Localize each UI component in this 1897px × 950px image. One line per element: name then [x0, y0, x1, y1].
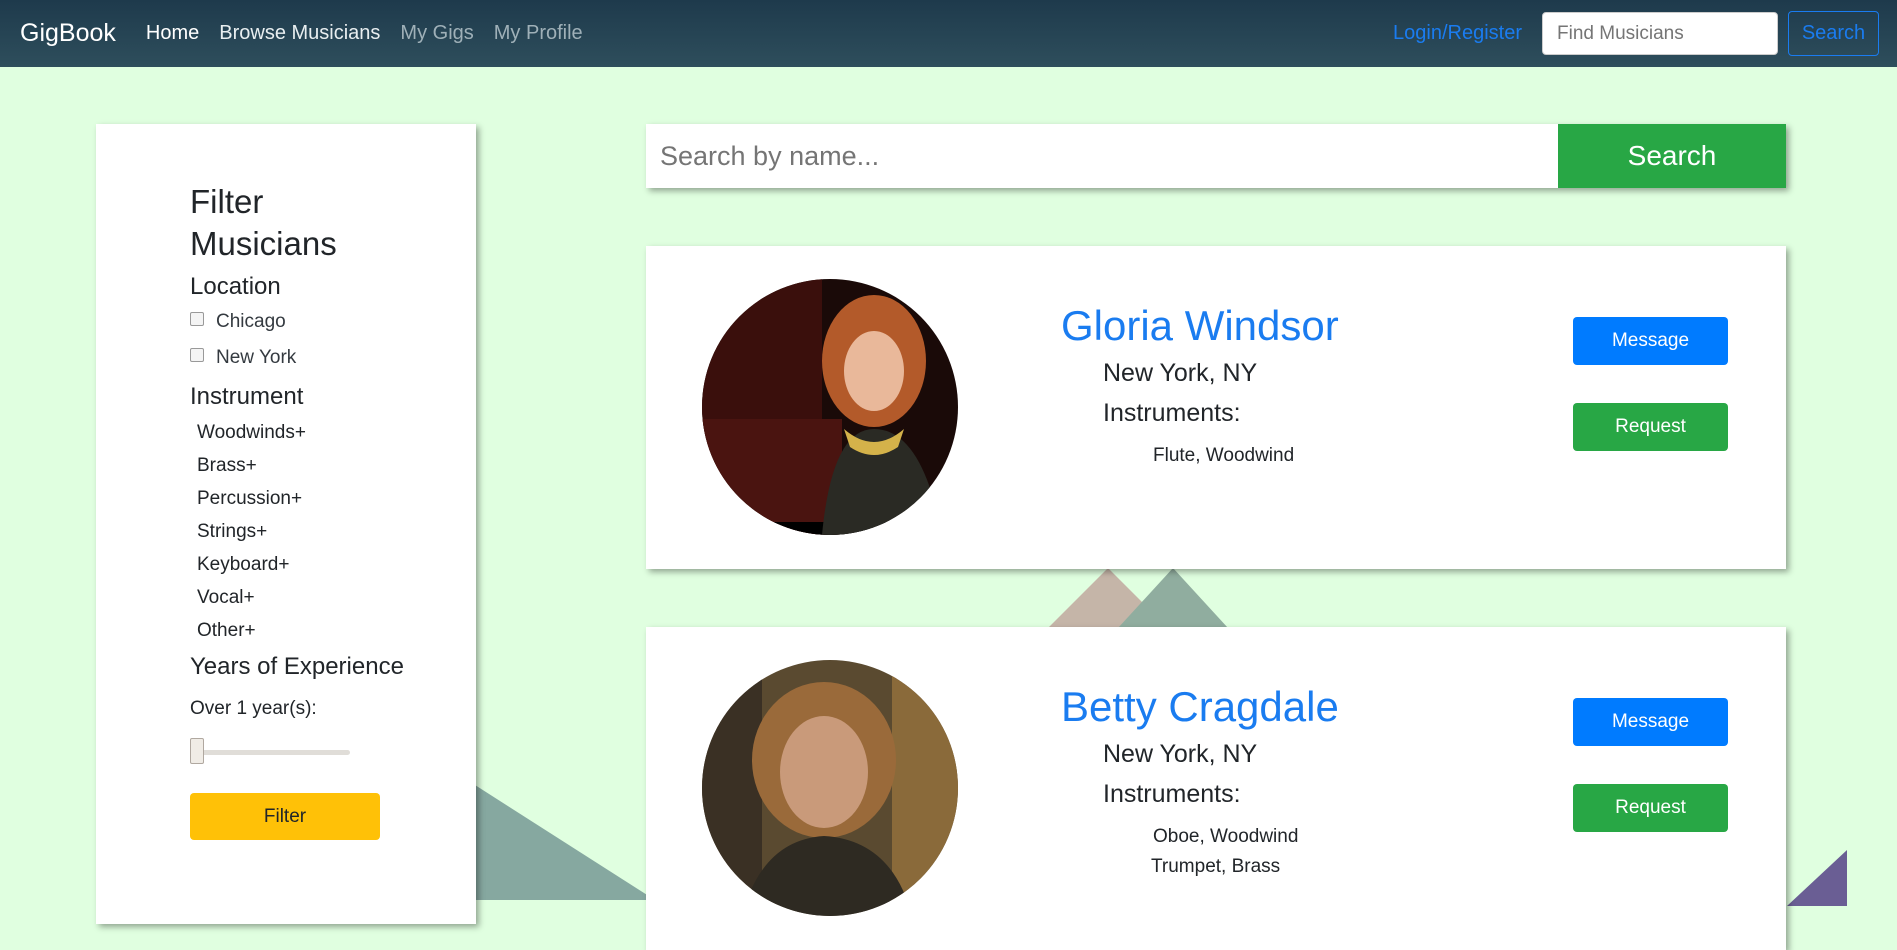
background-decoration-tri3: [1787, 850, 1847, 906]
experience-label: Over 1 year(s):: [190, 698, 317, 719]
instrument-entry: Oboe, Woodwind: [1153, 826, 1299, 847]
filter-title: Filter Musicians: [190, 183, 337, 262]
instruments-label: Instruments:: [1103, 399, 1241, 427]
location-heading: Location: [190, 273, 281, 300]
instrument-other[interactable]: Other+: [197, 619, 410, 643]
navbar: GigBook Home Browse Musicians My Gigs My…: [0, 0, 1897, 67]
musician-location: New York, NY: [1103, 359, 1258, 387]
new-york-checkbox[interactable]: [190, 348, 204, 362]
nav-home[interactable]: Home: [146, 22, 199, 45]
musician-name[interactable]: Gloria Windsor: [1061, 302, 1339, 350]
request-button[interactable]: Request: [1573, 784, 1728, 832]
instrument-list: Oboe, Woodwind Trumpet, Brass: [1151, 822, 1299, 882]
instrument-heading: Instrument: [190, 383, 304, 410]
instrument-vocal[interactable]: Vocal+: [197, 586, 410, 610]
name-search-button[interactable]: Search: [1558, 124, 1786, 188]
experience-heading: Years of Experience: [190, 653, 404, 680]
brand-logo[interactable]: GigBook: [20, 19, 116, 48]
background-decoration-left: [475, 785, 655, 900]
nav-my-profile[interactable]: My Profile: [494, 22, 583, 45]
slider-handle[interactable]: [190, 738, 204, 764]
avatar: [702, 279, 958, 535]
new-york-label: New York: [216, 347, 297, 368]
nav-right: Login/Register Search: [1393, 11, 1879, 56]
instruments-label: Instruments:: [1103, 780, 1241, 808]
instrument-percussion[interactable]: Percussion+: [197, 487, 410, 511]
name-search-input[interactable]: [646, 124, 1558, 188]
nav-search-input[interactable]: [1542, 12, 1778, 55]
instrument-entry: Flute, Woodwind: [1153, 445, 1295, 466]
musician-card: Gloria Windsor New York, NY Instruments:…: [646, 246, 1786, 569]
instrument-keyboard[interactable]: Keyboard+: [197, 553, 410, 577]
message-button[interactable]: Message: [1573, 317, 1728, 365]
chicago-label: Chicago: [216, 311, 286, 332]
nav-search-button[interactable]: Search: [1788, 11, 1879, 56]
instrument-strings[interactable]: Strings+: [197, 520, 410, 544]
instrument-woodwinds[interactable]: Woodwinds+: [197, 421, 410, 445]
nav-my-gigs[interactable]: My Gigs: [400, 22, 473, 45]
musician-location: New York, NY: [1103, 740, 1258, 768]
instrument-brass[interactable]: Brass+: [197, 454, 410, 478]
instrument-entry: Trumpet, Brass: [1151, 856, 1281, 877]
chicago-checkbox[interactable]: [190, 312, 204, 326]
musician-card: Betty Cragdale New York, NY Instruments:…: [646, 627, 1786, 950]
nav-browse-musicians[interactable]: Browse Musicians: [219, 22, 380, 45]
request-button[interactable]: Request: [1573, 403, 1728, 451]
instrument-list: Flute, Woodwind: [1153, 441, 1294, 471]
location-option-new-york[interactable]: New York: [190, 347, 410, 369]
message-button[interactable]: Message: [1573, 698, 1728, 746]
background-decoration-tri2: [1118, 568, 1228, 628]
location-option-chicago[interactable]: Chicago: [190, 311, 410, 333]
filter-sidebar: Filter Musicians Location Chicago New Yo…: [96, 124, 476, 924]
filter-button[interactable]: Filter: [190, 793, 380, 840]
avatar: [702, 660, 958, 916]
login-register-link[interactable]: Login/Register: [1393, 22, 1522, 45]
main-search-bar: Search: [646, 124, 1786, 188]
experience-slider[interactable]: [190, 738, 350, 764]
musician-name[interactable]: Betty Cragdale: [1061, 683, 1339, 731]
